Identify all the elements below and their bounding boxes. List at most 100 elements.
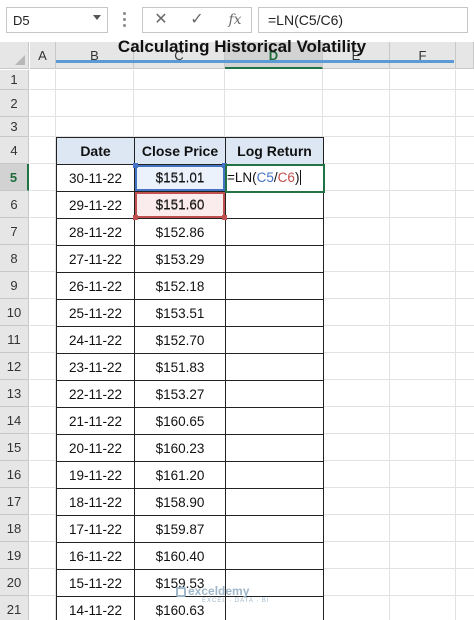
log-return-cell[interactable] [225, 461, 324, 489]
price-cell[interactable]: $158.90 [134, 488, 226, 516]
date-cell[interactable]: 19-11-22 [56, 461, 135, 489]
date-cell[interactable]: 16-11-22 [56, 542, 135, 570]
price-cell[interactable]: $152.70 [134, 326, 226, 354]
price-cell[interactable]: $153.27 [134, 380, 226, 408]
header-log-return[interactable]: Log Return [225, 137, 324, 165]
price-cell-highlighted[interactable]: $151.60 [134, 191, 226, 219]
header-close-price[interactable]: Close Price [134, 137, 226, 165]
fx-icon[interactable]: fx [217, 8, 253, 32]
check-icon[interactable]: ✓ [179, 8, 215, 32]
row-gridline [30, 116, 474, 117]
log-return-cell[interactable] [225, 380, 324, 408]
row-header-14[interactable]: 14 [0, 407, 29, 434]
active-cell-d5[interactable]: =LN(C5/C6) [225, 164, 325, 193]
date-cell[interactable]: 14-11-22 [56, 596, 135, 620]
date-cell[interactable]: 29-11-22 [56, 191, 135, 219]
log-return-cell[interactable] [225, 515, 324, 543]
date-cell[interactable]: 17-11-22 [56, 515, 135, 543]
date-cell[interactable]: 18-11-22 [56, 488, 135, 516]
row-header-17[interactable]: 17 [0, 488, 29, 515]
price-cell[interactable]: $152.18 [134, 272, 226, 300]
log-return-cell[interactable] [225, 272, 324, 300]
row-header-19[interactable]: 19 [0, 542, 29, 569]
date-cell[interactable]: 21-11-22 [56, 407, 135, 435]
row-header-15[interactable]: 15 [0, 434, 29, 461]
column-gridline [455, 70, 456, 620]
date-cell[interactable]: 27-11-22 [56, 245, 135, 273]
row-header-2[interactable]: 2 [0, 90, 29, 117]
edit-ref-c5: C5 [256, 170, 274, 185]
row-header-20[interactable]: 20 [0, 569, 29, 596]
price-cell[interactable]: $161.20 [134, 461, 226, 489]
price-cell[interactable]: $160.40 [134, 542, 226, 570]
row-header-12[interactable]: 12 [0, 353, 29, 380]
name-box[interactable]: D5 [6, 7, 108, 33]
title-underline [56, 60, 454, 63]
row-header-8[interactable]: 8 [0, 245, 29, 272]
log-return-cell[interactable] [225, 488, 324, 516]
price-cell-highlighted[interactable]: $151.01 [134, 164, 226, 192]
range-handle[interactable] [222, 215, 227, 220]
row-header-21[interactable]: 21 [0, 596, 29, 620]
row-header-6[interactable]: 6 [0, 191, 29, 218]
date-cell[interactable]: 28-11-22 [56, 218, 135, 246]
log-return-cell[interactable] [225, 191, 324, 219]
more-icon[interactable] [123, 12, 126, 28]
price-cell[interactable]: $153.51 [134, 299, 226, 327]
row-gridline [30, 89, 474, 90]
date-cell[interactable]: 20-11-22 [56, 434, 135, 462]
log-return-cell[interactable] [225, 542, 324, 570]
date-cell[interactable]: 30-11-22 [56, 164, 135, 192]
price-cell[interactable]: $160.23 [134, 434, 226, 462]
range-handle[interactable] [133, 215, 138, 220]
row-header-7[interactable]: 7 [0, 218, 29, 245]
log-return-cell[interactable] [225, 326, 324, 354]
date-cell[interactable]: 24-11-22 [56, 326, 135, 354]
price-cell[interactable]: $153.29 [134, 245, 226, 273]
row-header-16[interactable]: 16 [0, 461, 29, 488]
formula-buttons: ✕ ✓ fx [142, 7, 252, 33]
watermark-name: exceldemy [188, 584, 250, 598]
row-header-1[interactable]: 1 [0, 70, 29, 90]
column-gridline [389, 70, 390, 620]
row-header-5[interactable]: 5 [0, 164, 29, 191]
price-cell[interactable]: $159.87 [134, 515, 226, 543]
header-date[interactable]: Date [56, 137, 135, 165]
log-return-cell[interactable] [225, 407, 324, 435]
range-handle[interactable] [133, 163, 138, 168]
row-header-3[interactable]: 3 [0, 117, 29, 137]
text-cursor [300, 170, 302, 185]
log-return-cell[interactable] [225, 353, 324, 381]
column-header-partial[interactable] [456, 42, 474, 69]
date-cell[interactable]: 25-11-22 [56, 299, 135, 327]
formula-input[interactable]: =LN(C5/C6) [258, 7, 468, 33]
x-icon[interactable]: ✕ [143, 8, 179, 32]
log-return-cell[interactable] [225, 245, 324, 273]
row-header-18[interactable]: 18 [0, 515, 29, 542]
log-return-cell[interactable] [225, 434, 324, 462]
price-cell[interactable]: $160.65 [134, 407, 226, 435]
log-return-cell[interactable] [225, 218, 324, 246]
price-cell[interactable]: $151.83 [134, 353, 226, 381]
chevron-down-icon[interactable] [93, 15, 101, 20]
exceldemy-logo-icon [176, 587, 186, 597]
select-all-button[interactable] [0, 42, 29, 69]
row-header-4[interactable]: 4 [0, 137, 29, 164]
row-header-10[interactable]: 10 [0, 299, 29, 326]
row-header-13[interactable]: 13 [0, 380, 29, 407]
row-header-9[interactable]: 9 [0, 272, 29, 299]
date-cell[interactable]: 26-11-22 [56, 272, 135, 300]
date-cell[interactable]: 15-11-22 [56, 569, 135, 597]
date-cell[interactable]: 22-11-22 [56, 380, 135, 408]
price-cell[interactable]: $152.86 [134, 218, 226, 246]
watermark: exceldemy EXCEL · DATA · BI [188, 584, 270, 604]
edit-prefix: =LN( [227, 170, 257, 185]
name-box-value: D5 [13, 13, 30, 28]
row-header-11[interactable]: 11 [0, 326, 29, 353]
edit-suffix: ) [294, 170, 300, 185]
watermark-tagline: EXCEL · DATA · BI [202, 598, 270, 604]
edit-ref-c6: C6 [277, 170, 295, 185]
date-cell[interactable]: 23-11-22 [56, 353, 135, 381]
log-return-cell[interactable] [225, 299, 324, 327]
sheet-title: Calculating Historical Volatility [117, 37, 367, 56]
